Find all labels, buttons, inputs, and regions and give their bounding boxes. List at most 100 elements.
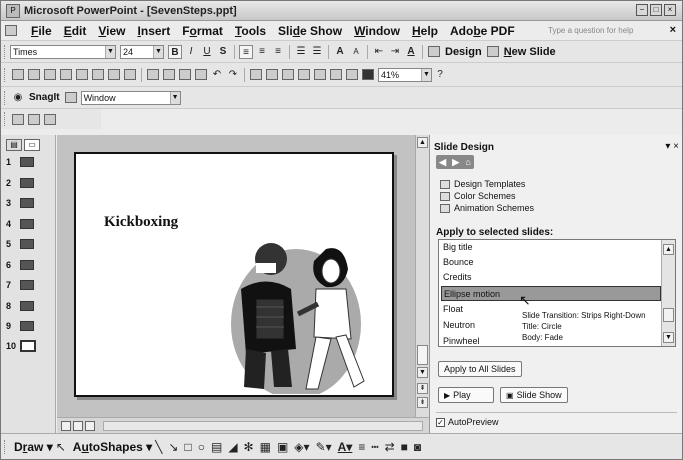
design-button[interactable]: Design [445,46,482,58]
research-icon[interactable] [124,69,136,80]
autopreview-checkbox[interactable]: ✓ [436,417,445,427]
animation-schemes-link[interactable]: Animation Schemes [440,203,534,213]
slide-thumbnail[interactable] [20,219,34,229]
toolbar-grip[interactable] [4,44,7,59]
open-folder-icon[interactable] [28,69,40,80]
scroll-down-icon[interactable]: ▼ [663,332,674,343]
align-right-icon[interactable]: ≡ [271,45,285,59]
menu-help[interactable]: Help [412,24,438,38]
slide-show-view-icon[interactable] [85,420,95,431]
copy-icon[interactable] [163,69,175,80]
hyperlink-icon[interactable] [298,69,310,80]
powerpoint-icon[interactable]: P [6,3,20,18]
arrow-style-icon[interactable]: ⇄ [385,440,395,454]
menu-adobe-pdf[interactable]: Adobe PDF [450,24,515,38]
close-button[interactable]: × [664,4,676,16]
insert-chart-icon[interactable] [250,69,262,80]
paste-icon[interactable] [179,69,191,80]
line-color-icon[interactable]: ✎▾ [316,440,332,454]
bullets-icon[interactable]: ☰ [310,45,324,59]
increase-indent-icon[interactable]: ⇥ [388,45,402,59]
decrease-indent-icon[interactable]: ⇤ [372,45,386,59]
slide-show-button[interactable]: ▣ Slide Show [500,387,568,403]
autopreview-option[interactable]: ✓ AutoPreview [436,417,499,427]
clip-art-icon[interactable]: ▦ [260,440,271,454]
zoom-select[interactable]: 41% ▼ [378,67,432,82]
maximize-button[interactable]: □ [650,4,662,16]
slide-thumbnail[interactable] [20,260,34,270]
document-close-button[interactable]: × [670,24,676,36]
mini-tool-1-icon[interactable] [12,113,24,125]
menu-insert[interactable]: Insert [138,24,171,38]
scroll-down-icon[interactable]: ▼ [417,367,428,378]
slide-thumbnail[interactable] [20,301,34,311]
snagit-catalog-icon[interactable] [64,92,77,103]
slide-vertical-scrollbar[interactable]: ▲ ▼ ⇞ ⇟ [415,135,429,417]
print-icon[interactable] [76,69,88,80]
slide-thumbnail[interactable] [20,280,34,290]
toolbar-grip[interactable] [4,90,7,105]
menu-view[interactable]: View [98,24,125,38]
spelling-icon[interactable] [108,69,120,80]
print-preview-icon[interactable] [92,69,104,80]
slide-thumb-8[interactable]: 8 [6,301,34,311]
slide-thumbnail[interactable] [20,239,34,249]
toolbar-grip[interactable] [4,67,7,82]
text-box-icon[interactable]: ▤ [211,440,222,454]
design-templates-link[interactable]: Design Templates [440,179,525,189]
line-icon[interactable]: ╲ [155,440,162,454]
font-size-select[interactable]: 24 ▼ [120,44,164,59]
draw-menu-button[interactable]: Draw ▾ [14,440,53,454]
select-objects-icon[interactable]: ↖ [56,440,66,454]
scroll-up-icon[interactable]: ▲ [417,137,428,148]
autoshapes-menu-button[interactable]: AutoShapes ▾ [73,440,152,454]
document-icon[interactable] [5,25,17,36]
slide-thumbnail[interactable] [20,157,34,167]
font-select[interactable]: Times ▼ [10,44,116,59]
slide-sorter-view-icon[interactable] [73,420,83,431]
align-center-icon[interactable]: ≡ [255,45,269,59]
kickboxing-clipart[interactable] [226,229,366,394]
menu-format[interactable]: Format [182,24,223,38]
list-item[interactable]: Credits [441,270,661,285]
normal-view-icon[interactable] [61,420,71,431]
permission-icon[interactable] [60,69,72,80]
slide-thumbnail[interactable] [20,178,34,188]
arrow-icon[interactable]: ↘ [168,440,178,454]
italic-button[interactable]: I [184,45,198,59]
shadow-button[interactable]: S [216,45,230,59]
font-color-button[interactable]: A [404,45,418,59]
list-item-selected[interactable]: Ellipse motion [441,286,661,301]
back-icon[interactable]: ◀ [439,157,446,168]
horizontal-scrollbar[interactable] [103,420,423,431]
bold-button[interactable]: B [168,44,182,59]
undo-icon[interactable]: ↶ [210,68,224,82]
format-painter-icon[interactable] [195,69,207,80]
slide-thumb-10[interactable]: 10 [6,340,36,352]
slide-title[interactable]: Kickboxing [104,214,178,231]
expand-all-icon[interactable] [314,69,326,80]
color-grayscale-icon[interactable] [362,69,374,80]
font-color-icon[interactable]: A▾ [338,440,353,454]
insert-table-icon[interactable] [266,69,278,80]
numbering-icon[interactable]: ☰ [294,45,308,59]
menu-edit[interactable]: Edit [64,24,87,38]
snagit-button[interactable]: SnagIt [29,92,60,103]
wordart-icon[interactable]: ◢ [228,440,237,454]
forward-icon[interactable]: ▶ [452,157,459,168]
previous-slide-icon[interactable]: ⇞ [417,383,428,394]
dash-style-icon[interactable]: ┅ [371,440,378,454]
toolbar-grip[interactable] [4,439,7,454]
new-slide-button[interactable]: New Slide [504,46,556,58]
slide-thumb-1[interactable]: 1 [6,157,34,167]
slide-thumbnail-selected[interactable] [20,340,36,352]
snagit-mode-select[interactable]: Window ▼ [80,90,181,105]
diagram-icon[interactable]: ✻ [244,440,254,454]
new-document-icon[interactable] [12,69,24,80]
color-schemes-link[interactable]: Color Schemes [440,191,516,201]
home-icon[interactable]: ⌂ [465,157,470,167]
task-pane-menu-icon[interactable]: ▾ × [665,141,679,152]
tables-borders-icon[interactable] [282,69,294,80]
decrease-font-size-button[interactable]: A [349,45,363,59]
slide-thumb-6[interactable]: 6 [6,260,34,270]
